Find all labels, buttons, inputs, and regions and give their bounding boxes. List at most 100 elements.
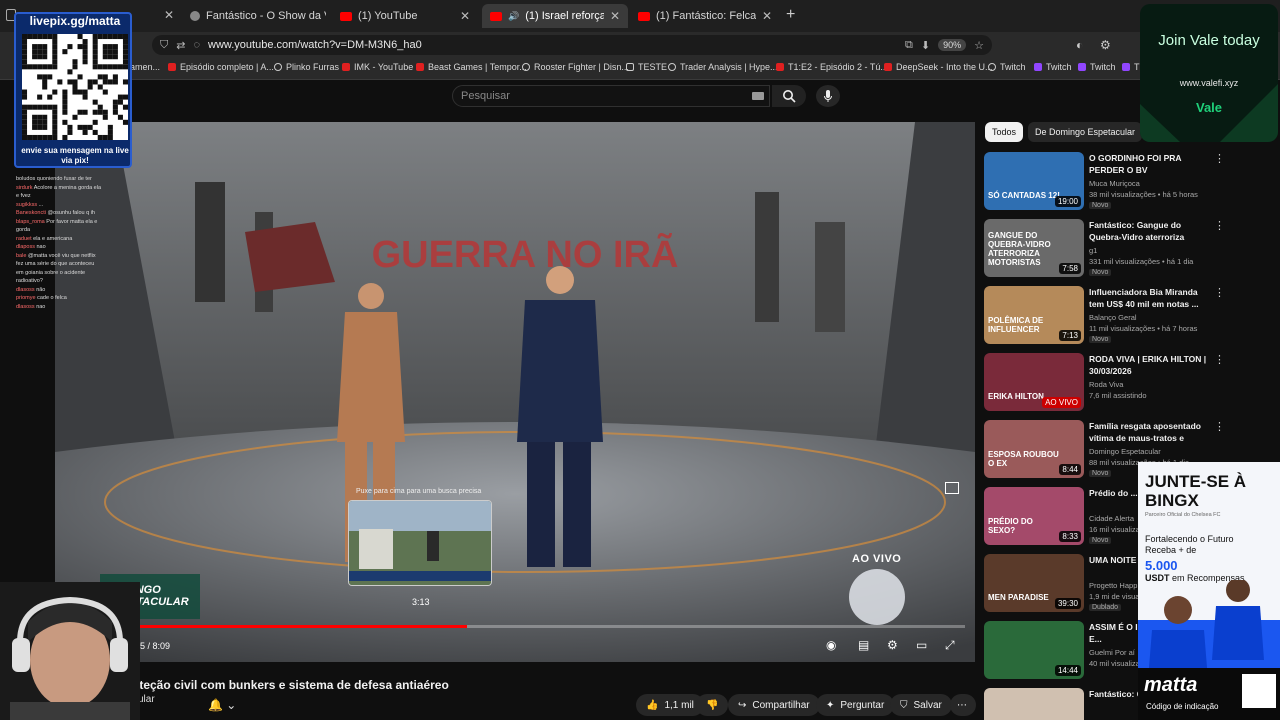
qr-module (107, 64, 113, 70)
recommendation-thumbnail[interactable]: PRÉDIO DO SEXO? 8:33 (984, 487, 1084, 545)
recommendation-channel[interactable]: Balanço Geral (1089, 313, 1137, 322)
bookmark-label: Twitch (1090, 62, 1116, 72)
recommendation-title[interactable]: RODA VIVA | ERIKA HILTON | 30/03/2026 (1089, 353, 1214, 377)
chat-message: blaps_roma Por favor matta ela e gorda (16, 218, 102, 235)
new-tab-button[interactable]: + (786, 6, 795, 24)
download-icon[interactable]: ⬇ (921, 39, 930, 52)
video-player[interactable]: GUERRA NO IRÃ DOMINGO ESPETACULAR (55, 122, 975, 662)
recommendation-channel[interactable]: Cidade Alerta (1089, 514, 1134, 523)
close-icon[interactable]: ✕ (164, 8, 174, 22)
progress-bar[interactable] (135, 625, 965, 628)
shield-icon[interactable]: ⛉ (160, 39, 168, 52)
tab-israel-active[interactable]: 🔊 (1) Israel reforça proteção c ✕ (482, 4, 628, 28)
recommendation-thumbnail[interactable]: SÓ CANTADAS 12! 19:00 (984, 152, 1084, 210)
save-button[interactable]: ⛉ Salvar (890, 694, 952, 716)
recommendation-channel[interactable]: Guelmi Por aí (1089, 648, 1135, 657)
recommendation-channel[interactable]: Progetto Happ (1089, 581, 1137, 590)
bookmark-item[interactable]: Twitch (988, 62, 1026, 72)
like-button[interactable]: 👍 1,1 mil (636, 694, 704, 716)
more-options-icon[interactable]: ⋮ (1214, 219, 1225, 232)
recommendation-item[interactable]: ERIKA HILTON AO VIVO RODA VIVA | ERIKA HIL… (984, 353, 1234, 415)
voice-search-button[interactable] (816, 85, 840, 107)
recommendation-item[interactable]: SÓ CANTADAS 12! 19:00 O GORDINHO FOI PRA P… (984, 152, 1234, 214)
more-options-icon[interactable]: ⋮ (1214, 420, 1225, 433)
share-button[interactable]: ↪ Compartilhar (728, 694, 820, 716)
star-icon[interactable]: ☆ (974, 39, 984, 52)
recommendation-title[interactable]: Família resgata aposentado vítima de mau… (1089, 420, 1214, 445)
search-input[interactable]: Pesquisar (452, 85, 770, 107)
theater-mode-icon[interactable]: ▭ (916, 638, 927, 652)
screen: { "browser": { "tabs": [ {"label": "Fant… (0, 0, 1280, 720)
bookmark-item[interactable]: Beast Games | Tempor... (416, 62, 527, 72)
channel-name[interactable]: ular (138, 694, 155, 705)
bookmark-item[interactable]: IMK - YouTube (342, 62, 413, 72)
recommendation-title[interactable]: O GORDINHO FOI PRA PERDER O BV (1089, 152, 1214, 176)
more-options-icon[interactable]: ⋮ (1214, 286, 1225, 299)
bookmark-item[interactable]: T (1122, 62, 1140, 72)
tab-fantastico[interactable]: Fantástico - O Show da Vida ✕ (182, 4, 326, 28)
more-actions-button[interactable]: ⋯ (950, 694, 976, 716)
recommendation-thumbnail[interactable]: ERIKA HILTON AO VIVO (984, 353, 1084, 411)
site-settings-icon[interactable]: ⇄ (176, 39, 185, 52)
bookmark-item[interactable]: Trader Analysis | Hype... (668, 62, 778, 72)
recommendation-thumbnail[interactable]: 14:44 (984, 621, 1084, 679)
youtube-icon (884, 63, 892, 71)
recommendation-thumbnail[interactable]: GANGUE DO QUEBRA-VIDRO ATERRORIZA MOTORI… (984, 219, 1084, 277)
ask-button[interactable]: ✦ Perguntar (816, 694, 895, 716)
chip-all[interactable]: Todos (985, 122, 1024, 142)
keyboard-icon[interactable] (752, 92, 764, 100)
bookmark-item[interactable]: Episódio completo | A... (168, 62, 274, 72)
recommendation-channel[interactable]: Roda Viva (1089, 380, 1123, 389)
puzzle-icon[interactable]: ⚙ (1100, 38, 1111, 52)
recommendation-title[interactable]: Fantástico: Gangue do Quebra-Vidro aterr… (1089, 219, 1214, 244)
qr-module (107, 134, 113, 140)
chip-channel[interactable]: De Domingo Espetacular (1028, 122, 1143, 142)
recommendation-thumbnail[interactable]: ESPOSA ROUBOU O EX 8:44 (984, 420, 1084, 478)
close-icon[interactable]: ✕ (610, 9, 620, 23)
settings-icon[interactable]: ⚙ (887, 638, 898, 652)
close-icon[interactable]: ✕ (460, 9, 470, 23)
bookmark-item[interactable]: Twitch (1034, 62, 1072, 72)
bookmark-item[interactable]: TESTE (626, 62, 667, 72)
bookmark-item[interactable]: Twitch (1078, 62, 1116, 72)
bookmark-item[interactable]: DeepSeek - Into the U... (884, 62, 993, 72)
cast-icon[interactable]: ⧉ (905, 39, 913, 52)
url-text[interactable]: www.youtube.com/watch?v=DM-M3N6_ha0 (208, 39, 422, 51)
more-options-icon[interactable]: ⋮ (1214, 353, 1225, 366)
dislike-button[interactable]: 👎 (696, 694, 729, 716)
thumbs-down-icon: 👎 (706, 699, 719, 711)
bookmark-item[interactable]: T1:E2 - Episódio 2 - Tú... (776, 62, 888, 72)
recommendation-thumbnail[interactable]: MEN PARADISE 39:30 (984, 554, 1084, 612)
speaker-icon[interactable]: 🔊 (508, 11, 519, 22)
close-icon[interactable]: ✕ (762, 9, 772, 23)
recommendation-channel[interactable]: Muca Muriçoca (1089, 179, 1140, 188)
qr-module (62, 99, 68, 105)
tab-youtube[interactable]: (1) YouTube ✕ (332, 4, 478, 28)
bookmark-item[interactable]: Rooster Fighter | Disn... (522, 62, 629, 72)
bell-icon[interactable]: 🔔 ⌄ (208, 698, 236, 712)
recommendation-item[interactable]: POLÊMICA DE INFLUENCER 7:13 Influenciadora… (984, 286, 1234, 348)
omnibox[interactable]: ⛉ ⇄ ◌ www.youtube.com/watch?v=DM-M3N6_ha… (152, 35, 992, 55)
more-options-icon[interactable]: ⋮ (1214, 152, 1225, 165)
recommendation-thumbnail[interactable] (984, 688, 1084, 720)
recommendation-channel[interactable]: g1 (1089, 246, 1097, 255)
subtitles-icon[interactable]: ▤ (858, 638, 869, 652)
zoom-level[interactable]: 90% (938, 39, 967, 51)
recommendation-title[interactable]: Influenciadora Bia Miranda tem US$ 40 mi… (1089, 286, 1214, 310)
qr-module (107, 44, 113, 50)
recommendation-item[interactable]: GANGUE DO QUEBRA-VIDRO ATERRORIZA MOTORI… (984, 219, 1234, 281)
search-button[interactable] (772, 85, 806, 107)
fullscreen-icon[interactable]: ⤢ (945, 638, 955, 653)
qr-module (47, 34, 53, 40)
bookmark-label: DeepSeek - Into the U... (896, 62, 993, 72)
autoplay-toggle[interactable]: ◉ (826, 638, 836, 652)
bookmark-item[interactable]: Plinko Furras (274, 62, 339, 72)
bookmark-item[interactable]: amen... (130, 62, 160, 72)
recommendation-channel[interactable]: Domingo Espetacular (1089, 447, 1161, 456)
recommendation-thumbnail[interactable]: POLÊMICA DE INFLUENCER 7:13 (984, 286, 1084, 344)
qr-module (92, 99, 98, 105)
extension-icon[interactable]: ◐ (1076, 38, 1083, 52)
miniplayer-icon[interactable] (945, 482, 959, 494)
tab-felca[interactable]: (1) Fantástico: Felca investiga p ✕ (630, 4, 780, 28)
thumbnail-caption: MEN PARADISE (988, 593, 1049, 602)
